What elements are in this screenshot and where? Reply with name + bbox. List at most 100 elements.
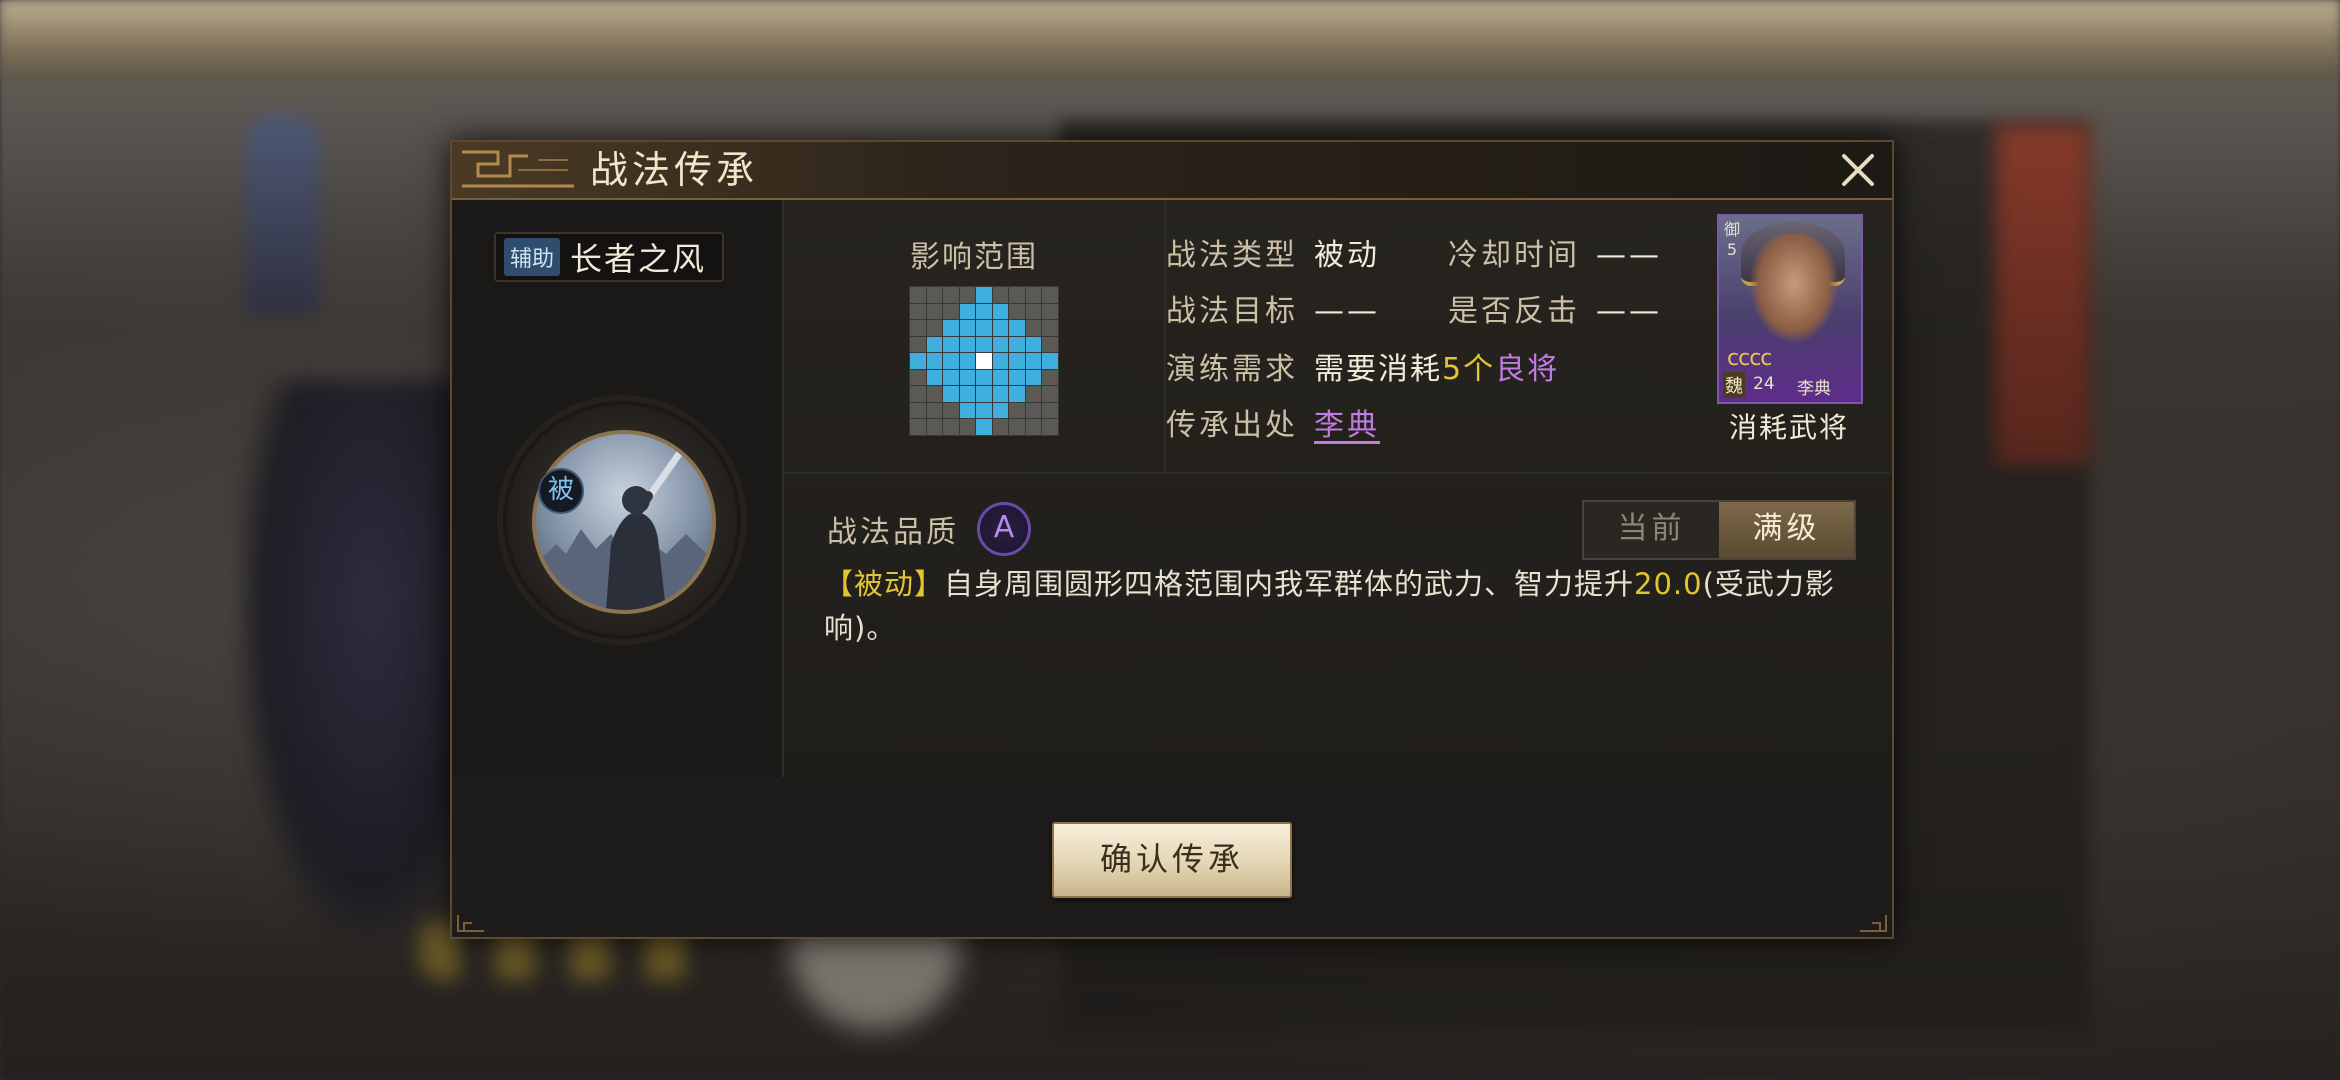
range-cell (943, 419, 959, 435)
confirm-inherit-button[interactable]: 确认传承 (1052, 822, 1292, 898)
info-drill-row: 演练需求 需要消耗5个良将 (1166, 344, 1559, 388)
hero-side-num: 5 (1726, 240, 1738, 259)
background-banner (245, 115, 320, 315)
range-cell (959, 419, 976, 435)
passive-badge: 被 (538, 468, 584, 514)
quality-grade-badge: A (977, 502, 1031, 556)
range-cell-active (910, 353, 926, 369)
counter-label: 是否反击 (1448, 294, 1580, 329)
range-cell (926, 419, 943, 435)
quality-row: 战法品质 A (827, 502, 1031, 556)
target-value: —— (1314, 294, 1380, 329)
range-cell (1025, 386, 1042, 402)
drill-label: 演练需求 (1166, 352, 1298, 387)
range-cell (1025, 402, 1042, 419)
hero-portrait (1749, 234, 1839, 344)
level-toggle: 当前 满级 (1582, 500, 1856, 560)
range-cell-active (943, 353, 959, 369)
range-cell (943, 402, 959, 419)
range-cell (1025, 320, 1042, 336)
range-cell-active (926, 369, 943, 386)
range-cell (1042, 402, 1058, 419)
info-cooldown-row: 冷却时间 —— (1448, 230, 1662, 274)
hero-name: 李典 (1797, 379, 1831, 399)
hero-side-label: 御 5 (1723, 220, 1741, 260)
hero-card[interactable]: 御 5 cccc 魏 24 李典 (1717, 214, 1863, 404)
skill-name: 长者之风 (570, 240, 707, 278)
range-cell (1009, 303, 1025, 320)
source-hero-link[interactable]: 李典 (1314, 400, 1380, 444)
range-grid (909, 286, 1059, 436)
skill-category-chip: 辅助 (504, 238, 561, 276)
skill-inherit-dialog: 战法传承 辅助 长者之风 被 影响范围 战法类型 被动 冷却时间 —— 战法目标… (450, 140, 1894, 939)
range-cell (910, 369, 926, 386)
source-label: 传承出处 (1166, 408, 1298, 443)
range-cell (910, 287, 926, 303)
range-cell (992, 287, 1009, 303)
close-icon[interactable] (1836, 148, 1880, 192)
range-cell-active (1009, 320, 1025, 336)
range-cell (943, 287, 959, 303)
range-cell-active (992, 303, 1009, 320)
range-cell (910, 419, 926, 435)
range-cell (926, 402, 943, 419)
range-cell-active (959, 303, 976, 320)
range-cell-active (976, 320, 992, 336)
info-source-row: 传承出处 李典 (1166, 400, 1380, 444)
range-cell (910, 402, 926, 419)
range-cell-active (976, 402, 992, 419)
range-cell-active (1025, 336, 1042, 353)
range-cell (1025, 303, 1042, 320)
range-cell-active (1009, 336, 1025, 353)
toggle-current[interactable]: 当前 (1584, 502, 1719, 558)
hero-stars: cccc (1727, 346, 1772, 371)
range-cell (1009, 402, 1025, 419)
range-cell-active (959, 336, 976, 353)
range-cell-active (992, 353, 1009, 369)
range-cell (1042, 320, 1058, 336)
range-cell-active (959, 353, 976, 369)
toggle-max-level[interactable]: 满级 (1719, 502, 1854, 558)
range-cell (1025, 419, 1042, 435)
range-cell-active (943, 320, 959, 336)
type-label: 战法类型 (1166, 238, 1298, 273)
corner-ornament-icon (457, 915, 484, 932)
range-cell-active (992, 336, 1009, 353)
range-cell (1042, 336, 1058, 353)
range-cell (926, 303, 943, 320)
range-cell-active (959, 320, 976, 336)
dialog-header: 战法传承 (452, 142, 1892, 200)
drill-value-prefix: 需要消耗 (1314, 352, 1442, 387)
drill-value-quality: 良将 (1495, 352, 1560, 387)
dialog-title: 战法传承 (590, 148, 759, 192)
range-cell-active (976, 369, 992, 386)
range-cell (1042, 419, 1058, 435)
target-label: 战法目标 (1166, 294, 1298, 329)
range-cell-active (926, 353, 943, 369)
range-cell-self (976, 353, 992, 369)
range-cell-active (1009, 353, 1025, 369)
range-cell-active (976, 419, 992, 435)
range-cell (910, 336, 926, 353)
corner-ornament-icon (1860, 915, 1887, 932)
divider (784, 472, 1890, 474)
range-cell-active (926, 336, 943, 353)
dialog-body: 辅助 长者之风 被 影响范围 战法类型 被动 冷却时间 —— 战法目标 —— 是… (452, 200, 1892, 777)
range-cell (1042, 287, 1058, 303)
range-cell (910, 386, 926, 402)
range-cell-active (992, 320, 1009, 336)
sword-warrior-icon (532, 430, 716, 614)
range-cell (910, 320, 926, 336)
background-topbar (0, 0, 2340, 80)
range-title: 影响范围 (910, 240, 1038, 275)
range-cell-active (976, 386, 992, 402)
skill-description: 【被动】自身周围圆形四格范围内我军群体的武力、智力提升20.0(受武力影响)。 (824, 562, 1864, 650)
hero-side-text: 御 (1723, 220, 1740, 239)
range-cell (1042, 303, 1058, 320)
range-cell-active (943, 386, 959, 402)
info-counter-row: 是否反击 —— (1448, 286, 1662, 330)
range-cell (1042, 386, 1058, 402)
range-cell-active (1025, 369, 1042, 386)
hero-level: 24 (1753, 374, 1775, 394)
range-cell (1042, 369, 1058, 386)
